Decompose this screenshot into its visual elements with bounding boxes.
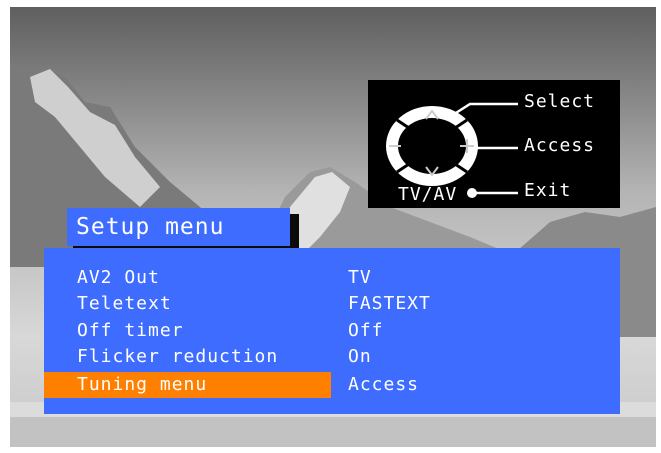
setup-menu-panel: AV2 Out TV Teletext FASTEXT Off timer Of… bbox=[44, 248, 620, 414]
menu-item-value: Access bbox=[348, 374, 420, 395]
menu-title: Setup menu bbox=[67, 208, 290, 246]
snow-field-shadow bbox=[10, 417, 656, 447]
menu-item-label: Off timer bbox=[77, 320, 184, 341]
menu-item-flicker-reduction[interactable]: Flicker reduction On bbox=[44, 344, 620, 370]
menu-item-value: FASTEXT bbox=[348, 293, 431, 314]
menu-item-value: TV bbox=[348, 267, 372, 288]
menu-item-off-timer[interactable]: Off timer Off bbox=[44, 318, 620, 344]
exit-label: Exit bbox=[524, 180, 572, 201]
menu-item-label: AV2 Out bbox=[77, 267, 160, 288]
menu-item-label: Teletext bbox=[77, 293, 172, 314]
menu-item-teletext[interactable]: Teletext FASTEXT bbox=[44, 291, 620, 317]
menu-item-value: On bbox=[348, 346, 372, 367]
menu-item-av2-out[interactable]: AV2 Out TV bbox=[44, 265, 620, 291]
access-label: Access bbox=[524, 135, 596, 156]
tvav-label: TV/AV bbox=[398, 184, 458, 205]
tv-screen: Select Access Exit TV/AV Setup menu AV2 … bbox=[10, 7, 656, 447]
menu-item-label: Flicker reduction bbox=[77, 346, 279, 367]
menu-item-value: Off bbox=[348, 320, 384, 341]
menu-item-tuning-menu[interactable]: Tuning menu Access bbox=[44, 372, 620, 398]
remote-legend: Select Access Exit TV/AV bbox=[368, 80, 620, 208]
select-label: Select bbox=[524, 91, 596, 112]
menu-item-label: Tuning menu bbox=[77, 374, 208, 395]
